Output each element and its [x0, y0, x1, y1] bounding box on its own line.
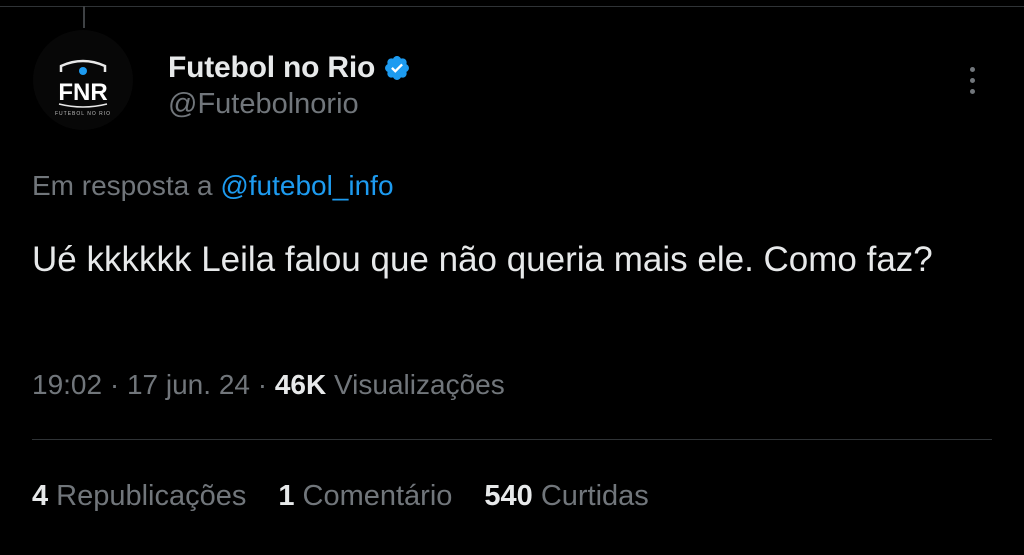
fnr-logo-icon: FNR FUTEBOL NO RIO [33, 30, 133, 130]
views-label: Visualizações [334, 369, 505, 400]
reposts-label: Republicações [56, 480, 247, 512]
author-name-row: Futebol no Rio [168, 48, 411, 88]
svg-text:FUTEBOL NO RIO: FUTEBOL NO RIO [55, 111, 111, 117]
display-name[interactable]: Futebol no Rio [168, 51, 375, 85]
engagement-stats: 4 Republicações 1 Comentário 540 Curtida… [32, 480, 649, 513]
likes-label: Curtidas [540, 480, 649, 512]
reply-mention-link[interactable]: @futebol_info [220, 170, 393, 201]
svg-text:FNR: FNR [58, 79, 107, 106]
likes-stat[interactable]: 540 Curtidas [484, 480, 648, 513]
meta-separator: · [257, 369, 275, 400]
tweet-date[interactable]: 17 jun. 24 [127, 369, 250, 400]
author-handle[interactable]: @Futebolnorio [168, 88, 359, 121]
top-divider [0, 6, 1024, 7]
likes-count: 540 [484, 480, 533, 512]
reposts-stat[interactable]: 4 Republicações [32, 480, 246, 513]
meta-separator: · [109, 369, 127, 400]
thread-connector-line [83, 6, 85, 28]
verified-badge-icon [385, 56, 410, 80]
more-options-icon[interactable] [956, 58, 988, 102]
tweet-time[interactable]: 19:02 [32, 369, 102, 400]
tweet-text: Ué kkkkkk Leila falou que não queria mai… [32, 240, 933, 279]
reply-context: Em resposta a @futebol_info [32, 170, 394, 202]
comments-stat[interactable]: 1 Comentário [278, 480, 452, 513]
avatar[interactable]: FNR FUTEBOL NO RIO [33, 30, 133, 130]
views-count: 46K [274, 369, 327, 400]
tweet-meta: 19:02 · 17 jun. 24 · 46K Visualizações [32, 369, 505, 401]
comments-count: 1 [278, 480, 295, 512]
stats-divider [32, 439, 992, 440]
reposts-count: 4 [32, 480, 49, 512]
reply-prefix: Em resposta a [32, 170, 213, 201]
comments-label: Comentário [302, 480, 453, 512]
